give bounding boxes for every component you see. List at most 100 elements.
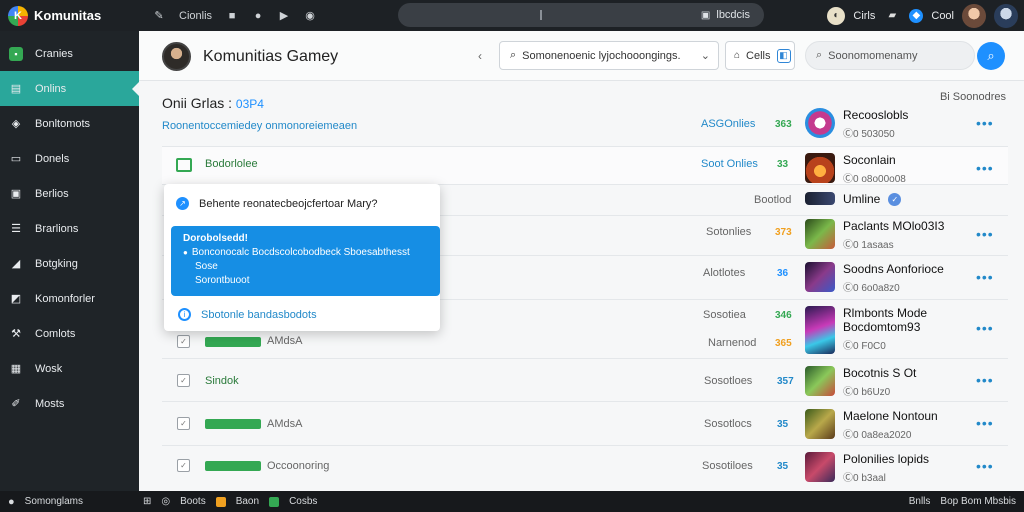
member-item[interactable]: Umline ✓ <box>805 192 902 206</box>
member-search-input[interactable]: ⌕ Soonomomenamy <box>805 41 975 70</box>
more-options-icon[interactable]: ••• <box>976 320 994 336</box>
row-checkbox[interactable]: ✓ <box>177 374 190 387</box>
main-panel: Komunitias Gamey ‹ ⌕ Somonenoenic lyjoch… <box>139 31 1024 491</box>
member-status: Ⓒ0 6o0a8z0 <box>843 283 900 294</box>
sidebar-item-label: Wosk <box>35 362 63 375</box>
controller-icon[interactable]: ◐ <box>827 6 846 25</box>
app-icon[interactable] <box>269 496 280 507</box>
sidebar-item-mosts[interactable]: ✐ Mosts <box>0 386 139 421</box>
online-heading: Onii Grlas : 03P4 <box>162 95 264 111</box>
monitor-icon: ▭ <box>10 153 22 165</box>
top-nav-item[interactable]: Cionlis <box>179 10 212 22</box>
row-checkbox[interactable]: ✓ <box>177 459 190 472</box>
row-label: Occoonoring <box>267 460 330 472</box>
more-options-icon[interactable]: ••• <box>976 269 994 285</box>
bottom-bar-item[interactable]: Baon <box>236 496 259 507</box>
user-icon[interactable]: ● <box>8 496 15 508</box>
popup-card-line: ● Bonconocalc Bocdscolcobodbeck Sboesabt… <box>183 247 428 258</box>
member-item[interactable]: Bocotnis S Ot Ⓒ0 b6Uz0 <box>805 366 916 398</box>
top-right-item[interactable]: Cirls <box>853 10 875 22</box>
more-options-icon[interactable]: ••• <box>976 458 994 474</box>
bottom-bar-left: ● Somonglams <box>0 496 139 508</box>
play-icon[interactable]: ▶ <box>278 10 290 22</box>
users-icon: ▤ <box>10 83 22 95</box>
bottom-bar: ● Somonglams ⊞ ◎ Boots Baon Cosbs Bnlls … <box>0 491 1024 512</box>
grid-icon[interactable]: ⊞ <box>143 496 151 507</box>
popup-selected-card[interactable]: Dorobolsedd! ● Bonconocalc Bocdscolcobod… <box>171 226 440 296</box>
sidebar-item-label: Onlins <box>35 82 67 95</box>
more-options-icon[interactable]: ••• <box>976 160 994 176</box>
steam-icon[interactable]: ◆ <box>909 8 924 23</box>
sidebar-item-wosk[interactable]: ▦ Wosk <box>0 351 139 386</box>
group-avatar[interactable] <box>162 42 191 71</box>
filter-dropdown[interactable]: ⌕ Somonenoenic lyjochooongings. ⌄ <box>499 41 719 70</box>
member-item[interactable]: Polonilies lopids Ⓒ0 b3aal <box>805 452 929 484</box>
circle-icon[interactable]: ◎ <box>161 496 170 507</box>
row-status: Soot Onlies <box>701 158 758 170</box>
member-item[interactable]: Maelone Nontoun Ⓒ0 0a8ea2020 <box>805 409 938 441</box>
sort-note[interactable]: Bi Soonodres <box>940 91 1006 103</box>
profile-avatar[interactable] <box>994 3 1018 28</box>
top-search-bar[interactable]: ▣ lbcdcis <box>398 3 764 27</box>
row-status: Sosotlocs <box>704 418 752 430</box>
info-icon: i <box>178 308 191 321</box>
member-item[interactable]: Paclants MOlo03I3 Ⓒ0 1asaas <box>805 219 944 251</box>
online-sublink[interactable]: Roonentoccemiedey onmonoreiemeaen <box>162 120 357 132</box>
folder-icon[interactable] <box>215 496 226 507</box>
settings-icon[interactable]: ◉ <box>304 10 316 22</box>
sidebar-item-games[interactable]: ▪ Cranies <box>0 36 139 71</box>
dot-icon: ● <box>183 248 188 257</box>
member-status: Ⓒ0 b3aal <box>843 473 886 484</box>
bottom-bar-item[interactable]: Cosbs <box>289 496 317 507</box>
member-search-placeholder: Soonomomenamy <box>828 49 918 62</box>
pen-icon[interactable]: ✎ <box>153 10 165 22</box>
cells-button[interactable]: ⌂ Cells ◧ <box>725 41 795 70</box>
sidebar-item-komonforler[interactable]: ◩ Komonforler <box>0 281 139 316</box>
more-options-icon[interactable]: ••• <box>976 226 994 242</box>
bubble-icon[interactable]: ● <box>252 10 264 22</box>
sidebar-item-brarlions[interactable]: ☰ Brarlions <box>0 211 139 246</box>
brand[interactable]: K Komunitas <box>0 0 139 31</box>
more-options-icon[interactable]: ••• <box>976 372 994 388</box>
popup-link[interactable]: i Sbotonle bandasbodots <box>178 308 317 321</box>
member-status: Ⓒ0 b6Uz0 <box>843 387 891 398</box>
member-status: Ⓒ0 1asaas <box>843 240 894 251</box>
user-avatar[interactable] <box>962 3 986 28</box>
row-checkbox[interactable]: ✓ <box>177 335 190 348</box>
member-item[interactable]: Soconlain Ⓒ0 o8o00o08 <box>805 153 906 185</box>
checkbox-checked-icon[interactable] <box>176 158 192 172</box>
square-icon[interactable]: ■ <box>226 10 238 22</box>
group-title: Komunitias Gamey <box>203 48 339 65</box>
wrench-icon: ⚒ <box>11 328 21 340</box>
row-status: Sosotiloes <box>702 460 753 472</box>
member-item[interactable]: Rlmbonts Mode Bocdomtom93 Ⓒ0 F0C0 <box>805 306 953 354</box>
row-checkbox[interactable]: ✓ <box>177 417 190 430</box>
sidebar-item-bonltomots[interactable]: ◈ Bonltomots <box>0 106 139 141</box>
sidebar-item-donels[interactable]: ▭ Donels <box>0 141 139 176</box>
search-button[interactable]: ⌕ <box>977 42 1005 70</box>
sidebar-item-online[interactable]: ▤ Onlins <box>0 71 139 106</box>
row-status: Sosotloes <box>704 375 753 387</box>
more-options-icon[interactable]: ••• <box>976 115 994 131</box>
top-right-item[interactable]: Cool <box>931 10 954 22</box>
online-count: 03P4 <box>235 97 264 111</box>
member-avatar <box>805 409 835 439</box>
member-status: Ⓒ0 503050 <box>843 129 895 140</box>
sidebar-item-berlios[interactable]: ▣ Berlios <box>0 176 139 211</box>
member-name: Soconlain <box>843 153 896 167</box>
sidebar-item-label: Berlios <box>35 187 69 200</box>
member-item[interactable]: Soodns Aonforioce Ⓒ0 6o0a8z0 <box>805 262 944 294</box>
row-count: 373 <box>775 227 792 238</box>
tag-icon[interactable]: ▰ <box>883 7 901 25</box>
member-item[interactable]: Recooslobls Ⓒ0 503050 <box>805 108 908 140</box>
sidebar-item-comlots[interactable]: ⚒ Comlots <box>0 316 139 351</box>
popup-question[interactable]: ↗ Behente reonatecbeojcfertoar Mary? <box>176 197 378 210</box>
bottom-bar-item[interactable]: Bop Bom Mbsbis <box>940 496 1016 507</box>
bottom-bar-item[interactable]: Boots <box>180 496 206 507</box>
chevron-left-icon[interactable]: ‹ <box>478 49 482 63</box>
member-status: Ⓒ0 F0C0 <box>843 341 886 352</box>
bottom-bar-item[interactable]: Bnlls <box>909 496 931 507</box>
sidebar-item-botgking[interactable]: ◢ Botgking <box>0 246 139 281</box>
more-options-icon[interactable]: ••• <box>976 415 994 431</box>
bottom-bar-mid: ⊞ ◎ Boots Baon Cosbs <box>143 496 317 507</box>
